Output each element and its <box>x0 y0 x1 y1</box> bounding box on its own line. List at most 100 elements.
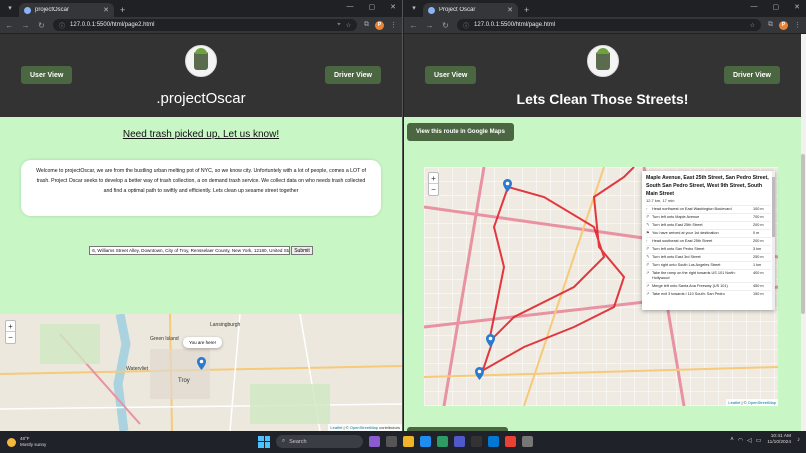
google-maps-button[interactable]: View this route in Google Maps <box>407 123 514 141</box>
direction-step[interactable]: ↗ Take exit 3 towards I 110 South: San Pe… <box>646 290 771 298</box>
bookmark-star-icon[interactable]: ☆ <box>750 22 755 29</box>
taskbar-search[interactable]: ⌕ Search <box>276 435 363 448</box>
direction-step[interactable]: ⚑ You have arrived at your 1st destinatio… <box>646 229 771 237</box>
tab-title: Project Oscar <box>439 7 476 13</box>
page-content-left: User View Driver View .projectOscar Need… <box>0 34 402 431</box>
volume-icon[interactable]: ◁ <box>747 437 752 444</box>
tab-search-icon[interactable]: ▾ <box>407 1 421 15</box>
tab-search-icon[interactable]: ▾ <box>3 1 17 15</box>
task-view-icon[interactable] <box>386 436 397 447</box>
direction-step[interactable]: ↱ Turn left onto Maple Avenue 700 m <box>646 213 771 221</box>
app-icon[interactable] <box>369 436 380 447</box>
direction-step[interactable]: ↗ Take the ramp on the right towards US 1… <box>646 269 771 282</box>
start-button-icon[interactable] <box>258 435 270 448</box>
new-tab-icon[interactable]: + <box>120 5 125 15</box>
direction-steps: ↑ Head northwest on East Washington Boule… <box>646 205 771 298</box>
location-map[interactable]: Watervliet Troy Lansingburgh Green Islan… <box>0 314 402 431</box>
leaflet-link[interactable]: Leaflet <box>330 425 342 430</box>
tab-project-oscar[interactable]: Project Oscar ✕ <box>423 3 518 17</box>
direction-step[interactable]: ↑ Head northwest on East Washington Boule… <box>646 205 771 213</box>
weather-widget[interactable]: 48°F Mostly sunny <box>0 436 95 448</box>
menu-icon[interactable]: ⋮ <box>390 21 397 29</box>
direction-step[interactable]: ↱ Turn right onto South Los Angeles Stree… <box>646 261 771 269</box>
maximize-icon[interactable]: ▢ <box>773 3 780 11</box>
zoom-in-button[interactable]: + <box>6 321 15 332</box>
reload-icon[interactable]: ↻ <box>441 21 450 30</box>
about-text: Welcome to projectOscar, we are from the… <box>36 168 366 194</box>
vscode-icon[interactable] <box>488 436 499 447</box>
map-attribution: Leaflet | © OpenStreetMap contributors <box>328 424 402 431</box>
osm-link[interactable]: OpenStreetMap <box>748 400 776 405</box>
teams-icon[interactable] <box>454 436 465 447</box>
search-icon: ⌕ <box>282 438 286 444</box>
favicon-icon <box>428 6 435 14</box>
leaflet-link[interactable]: Leaflet <box>728 400 740 405</box>
zoom-in-button[interactable]: + <box>429 173 438 184</box>
map-label-watervliet: Watervliet <box>126 366 149 372</box>
minimize-icon[interactable]: — <box>751 3 758 11</box>
user-view-button[interactable]: User View <box>21 66 73 84</box>
extensions-icon[interactable]: ⧉ <box>768 21 773 29</box>
tab-projectoscar[interactable]: projectOscar ✕ <box>19 3 114 17</box>
page-scrollbar[interactable] <box>801 34 806 431</box>
address-bar[interactable]: ⓘ 127.0.0.1:5500/html/page.html ☆ <box>457 19 761 31</box>
app-icon[interactable] <box>471 436 482 447</box>
back-icon[interactable]: ← <box>409 21 418 30</box>
user-view-button[interactable]: User View <box>425 66 477 84</box>
zoom-out-button[interactable]: − <box>429 184 438 195</box>
edge-icon[interactable] <box>420 436 431 447</box>
site-info-icon[interactable]: ⓘ <box>59 21 65 30</box>
profile-avatar[interactable]: P <box>779 20 788 30</box>
back-icon[interactable]: ← <box>5 21 14 30</box>
submit-button[interactable]: Submit <box>291 246 313 255</box>
tab-title: projectOscar <box>35 7 70 13</box>
driver-view-button[interactable]: Driver View <box>723 66 780 84</box>
extensions-icon[interactable]: ⧉ <box>364 21 369 29</box>
profile-avatar[interactable]: P <box>375 20 384 30</box>
location-marker-icon[interactable] <box>197 357 206 370</box>
bookmark-star-icon[interactable]: ☆ <box>346 22 351 29</box>
clock[interactable]: 10:41 AM 11/10/2024 <box>767 434 791 446</box>
maximize-icon[interactable]: ▢ <box>369 3 376 11</box>
route-marker-icon[interactable] <box>475 367 484 380</box>
site-info-icon[interactable]: ⓘ <box>463 21 469 30</box>
file-explorer-icon[interactable] <box>403 436 414 447</box>
tab-strip: ▾ projectOscar ✕ + — ▢ ✕ <box>0 0 402 17</box>
address-input[interactable]: 6, Williams Street Alley, Downtown, City… <box>89 246 291 255</box>
menu-icon[interactable]: ⋮ <box>794 21 801 29</box>
close-window-icon[interactable]: ✕ <box>794 3 800 11</box>
route-summary: 12.7 km, 17 min <box>646 198 675 203</box>
chevron-up-icon[interactable]: ˄ <box>730 437 734 444</box>
forward-icon[interactable]: → <box>425 21 434 30</box>
close-tab-icon[interactable]: ✕ <box>103 6 109 14</box>
store-icon[interactable] <box>437 436 448 447</box>
route-marker-icon[interactable] <box>503 179 512 192</box>
minimize-icon[interactable]: — <box>347 3 354 11</box>
zoom-out-button[interactable]: − <box>6 332 15 343</box>
new-tab-icon[interactable]: + <box>524 5 529 15</box>
app-icon[interactable] <box>522 436 533 447</box>
directions-panel[interactable]: Maple Avenue, East 25th Street, San Pedr… <box>642 171 775 310</box>
driver-view-button[interactable]: Driver View <box>324 66 381 84</box>
site-header: User View Driver View Lets Clean Those S… <box>404 34 801 117</box>
notification-bell-icon[interactable]: ♪ <box>797 437 800 443</box>
route-marker-icon[interactable] <box>486 334 495 347</box>
forward-icon[interactable]: → <box>21 21 30 30</box>
battery-icon[interactable]: ▭ <box>756 437 762 444</box>
close-window-icon[interactable]: ✕ <box>390 3 396 11</box>
osm-link[interactable]: OpenStreetMap <box>350 425 378 430</box>
direction-step[interactable]: ↰ Turn left onto East 25th Street 200 m <box>646 221 771 229</box>
location-icon[interactable]: ⌖ <box>337 22 340 29</box>
directions-scrollbar[interactable] <box>772 171 775 310</box>
url-text: 127.0.0.1:5500/html/page.html <box>474 22 556 28</box>
direction-step[interactable]: ↱ Turn left onto San Pedro Street 3 km <box>646 245 771 253</box>
system-tray: ˄ ◠ ◁ ▭ 10:41 AM 11/10/2024 ♪ <box>730 434 800 446</box>
direction-step[interactable]: ↗ Merge left onto Santa Ana Freeway (US 1… <box>646 282 771 290</box>
address-bar[interactable]: ⓘ 127.0.0.1:5500/html/page2.html ⌖ ☆ <box>53 19 357 31</box>
chrome-icon[interactable] <box>505 436 516 447</box>
direction-step[interactable]: ↑ Head southeast on East 25th Street 200 m <box>646 237 771 245</box>
direction-step[interactable]: ↰ Turn left onto East 3rd Street 250 m <box>646 253 771 261</box>
close-tab-icon[interactable]: ✕ <box>507 6 513 14</box>
wifi-icon[interactable]: ◠ <box>738 437 743 444</box>
reload-icon[interactable]: ↻ <box>37 21 46 30</box>
